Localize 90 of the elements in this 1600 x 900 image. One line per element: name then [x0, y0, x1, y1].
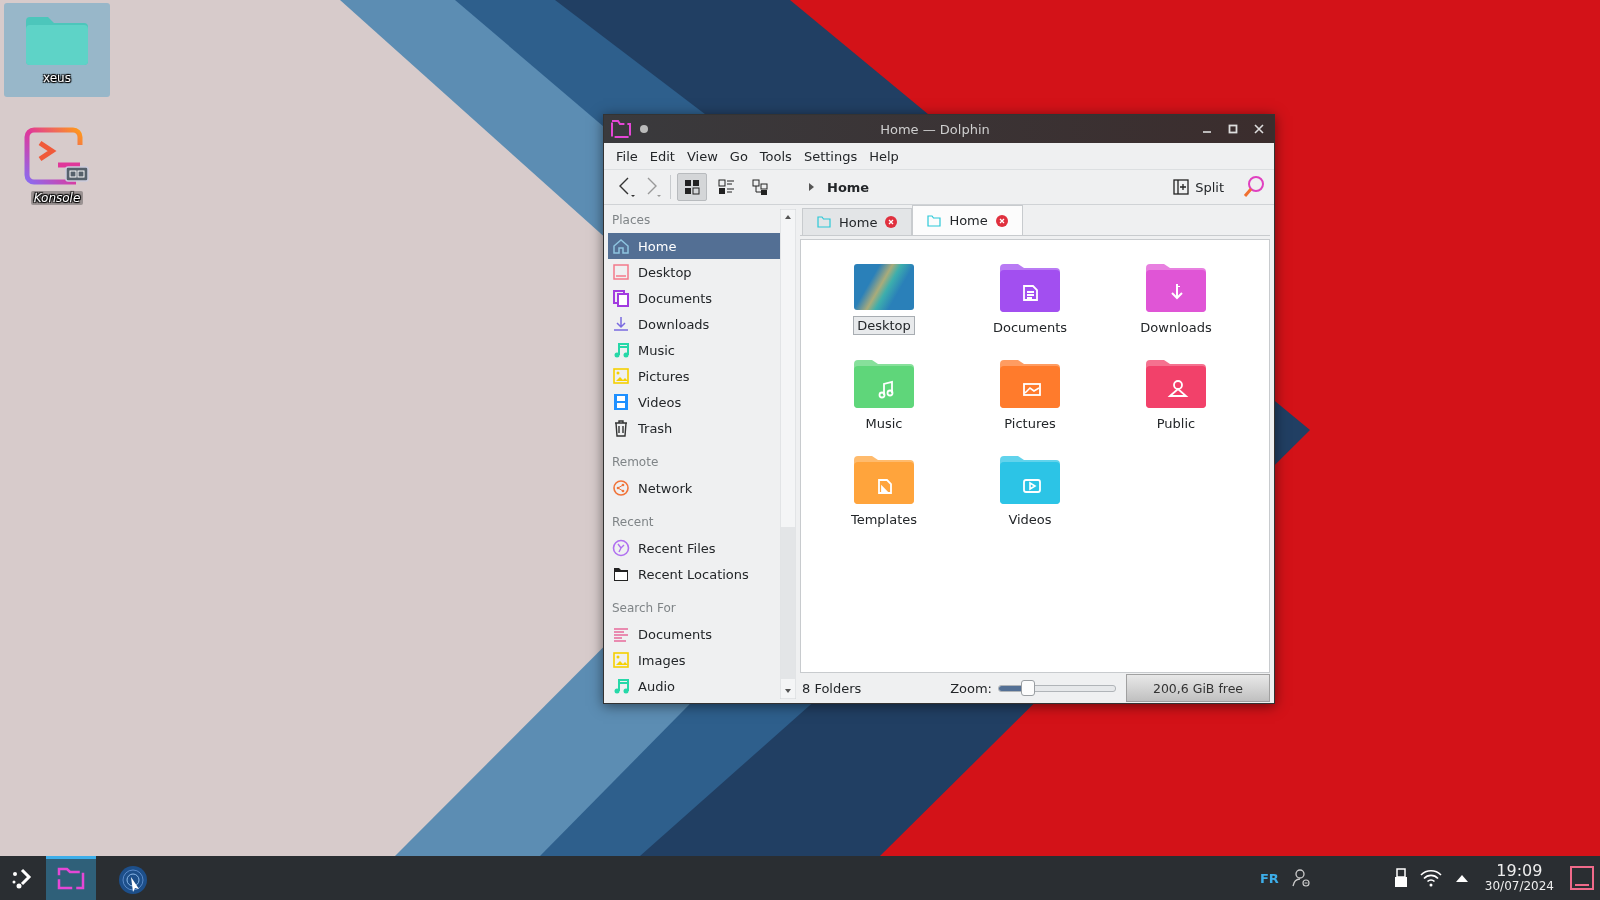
terminal-icon: [24, 127, 90, 185]
sidebar-item[interactable]: Recent Files: [608, 535, 780, 561]
menu-item[interactable]: Go: [723, 146, 754, 166]
split-view-icon: [1173, 179, 1190, 195]
breadcrumb-item[interactable]: Home: [827, 179, 870, 195]
home-icon: [612, 237, 630, 255]
folder-count: 8 Folders: [802, 680, 862, 696]
folder-icon: [612, 565, 630, 583]
clock-date[interactable]: 30/07/2024: [1484, 880, 1554, 893]
sidebar-item[interactable]: Network: [608, 475, 780, 501]
slider-handle[interactable]: [1021, 679, 1035, 696]
clock-time[interactable]: 19:09: [1496, 863, 1543, 881]
user-icon[interactable]: [1290, 868, 1311, 888]
folder-icon: [610, 119, 632, 139]
usb-drive-icon[interactable]: [1394, 868, 1407, 888]
file-name[interactable]: Music: [861, 414, 907, 433]
folder-picture-icon[interactable]: [1000, 360, 1060, 408]
maximize-icon[interactable]: [1228, 124, 1238, 134]
chevron-right-icon[interactable]: [807, 182, 815, 192]
file-name[interactable]: Documents: [988, 318, 1072, 337]
sidebar-item[interactable]: Recent Locations: [608, 561, 780, 587]
folder-icon: [817, 216, 831, 228]
menu-item[interactable]: Settings: [797, 146, 864, 166]
icons-view-icon: [683, 178, 701, 196]
desktop-thumbnail[interactable]: [854, 264, 914, 310]
window-title: Home — Dolphin: [879, 121, 991, 137]
folder-icon: [26, 15, 88, 65]
sidebar-item[interactable]: Videos: [608, 389, 780, 415]
desktop-icon: [612, 263, 630, 281]
folder-person-icon[interactable]: [1146, 360, 1206, 408]
wifi-icon[interactable]: [1418, 868, 1443, 888]
menu-item[interactable]: View: [680, 146, 724, 166]
icon-label: Konsole: [30, 191, 84, 205]
sidebar-item[interactable]: Documents: [608, 621, 780, 647]
file-name[interactable]: Public: [1152, 414, 1200, 433]
file-name[interactable]: Videos: [1004, 510, 1056, 529]
picture-icon: [612, 367, 630, 385]
section-heading: Places: [611, 212, 652, 229]
app-launcher-icon[interactable]: [10, 866, 34, 890]
file-name[interactable]: Templates: [846, 510, 922, 529]
close-icon[interactable]: [885, 216, 898, 228]
view-mode-button[interactable]: [677, 173, 707, 201]
sidebar-item[interactable]: Images: [608, 647, 780, 673]
menu-item[interactable]: File: [610, 146, 644, 166]
menu-item[interactable]: Help: [863, 146, 905, 166]
sidebar-item[interactable]: Audio: [608, 673, 780, 699]
folder-icon: [927, 214, 942, 227]
sidebar-item[interactable]: Documents: [608, 285, 780, 311]
sidebar-item[interactable]: Downloads: [608, 311, 780, 337]
keyboard-layout-indicator[interactable]: FR: [1259, 870, 1279, 886]
details-view-icon: [717, 178, 735, 196]
close-icon[interactable]: [1254, 124, 1264, 134]
folder-download-icon[interactable]: [1146, 264, 1206, 312]
section-heading: Remote: [611, 454, 660, 471]
picture-icon: [612, 651, 630, 669]
sidebar-item[interactable]: Desktop: [608, 259, 780, 285]
scrollbar[interactable]: [780, 209, 796, 699]
section-heading: Search For: [611, 600, 677, 617]
documents-icon: [612, 289, 630, 307]
tab[interactable]: Home: [802, 208, 913, 235]
expand-tray-icon[interactable]: [1454, 873, 1469, 883]
tab[interactable]: Home: [912, 205, 1023, 235]
file-name[interactable]: Desktop: [853, 316, 915, 335]
menu-item[interactable]: Edit: [643, 146, 681, 166]
menu-item[interactable]: Tools: [753, 146, 798, 166]
file-name[interactable]: Pictures: [1000, 414, 1060, 433]
close-icon[interactable]: [995, 214, 1008, 227]
network-icon: [612, 479, 630, 497]
icon-label: xeus: [42, 71, 72, 85]
show-desktop-icon[interactable]: [1570, 866, 1594, 890]
film-icon: [612, 393, 630, 411]
trash-icon: [612, 419, 630, 437]
sidebar-item[interactable]: Pictures: [608, 363, 780, 389]
download-icon: [612, 315, 630, 333]
text-lines-icon: [612, 625, 630, 643]
music-note-icon: [612, 677, 630, 695]
sidebar-item[interactable]: Home: [608, 233, 780, 259]
sidebar-item[interactable]: Trash: [608, 415, 780, 441]
tree-view-icon: [751, 178, 769, 196]
free-space-bar: 200,6 GiB free: [1126, 674, 1270, 702]
zoom-label: Zoom:: [950, 680, 992, 696]
music-note-icon: [612, 341, 630, 359]
task-button[interactable]: [46, 856, 96, 900]
folder-document-icon[interactable]: [1000, 264, 1060, 312]
file-name[interactable]: Downloads: [1136, 318, 1216, 337]
section-heading: Recent: [611, 514, 655, 531]
pin-dot-icon[interactable]: [640, 125, 648, 133]
split-button[interactable]: Split: [1167, 177, 1230, 197]
search-icon[interactable]: [1242, 175, 1266, 199]
sidebar-item[interactable]: Music: [608, 337, 780, 363]
